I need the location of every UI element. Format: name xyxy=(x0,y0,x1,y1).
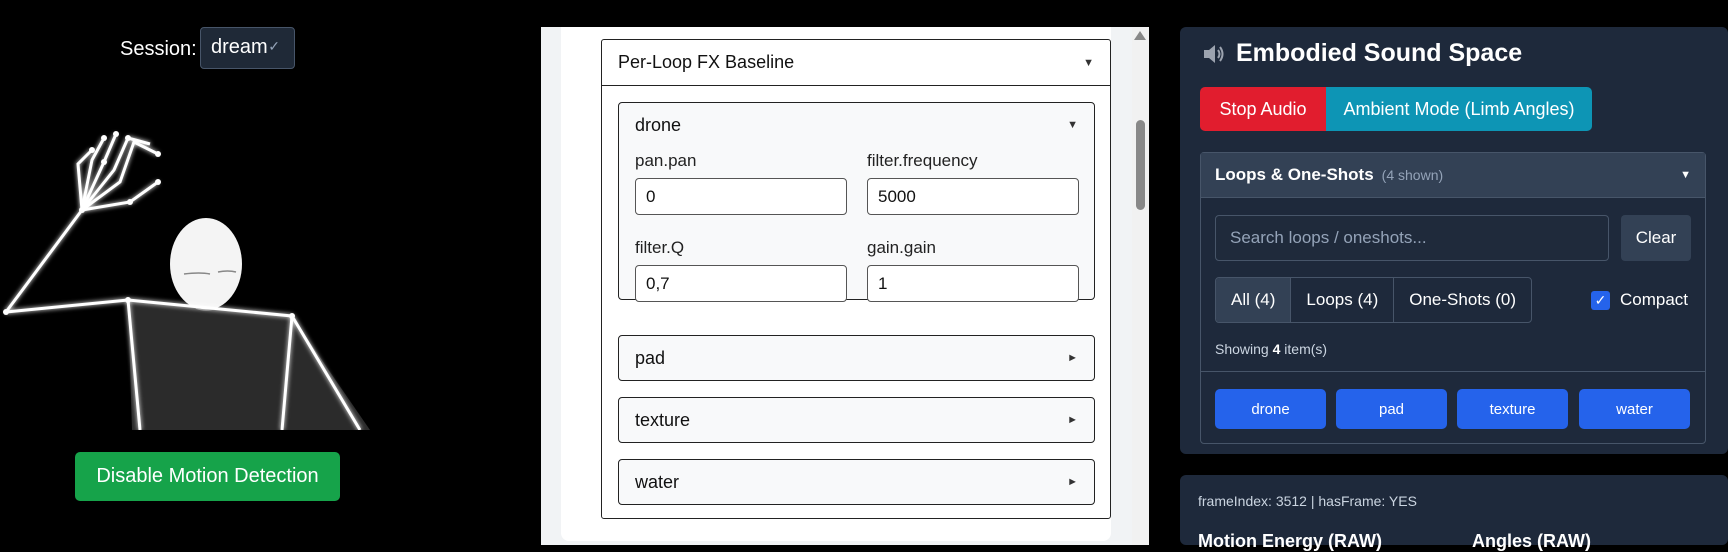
fx-panel: Per-Loop FX Baseline ▼ drone ▼ pan.pan 0… xyxy=(541,27,1149,545)
disable-motion-detection-button[interactable]: Disable Motion Detection xyxy=(75,452,340,501)
filter-group: All (4) Loops (4) One-Shots (0) xyxy=(1215,277,1532,323)
showing-prefix: Showing xyxy=(1215,341,1269,357)
fx-baseline-header[interactable]: Per-Loop FX Baseline ▼ xyxy=(602,40,1110,86)
loop-fx-water[interactable]: water ► xyxy=(618,459,1095,505)
gain-input[interactable]: 1 xyxy=(867,265,1079,302)
loops-title: Loops & One-Shots xyxy=(1215,165,1374,184)
compact-label: Compact xyxy=(1620,290,1689,309)
compact-toggle[interactable]: ✓ Compact xyxy=(1591,290,1688,310)
app-title-text: Embodied Sound Space xyxy=(1236,39,1523,67)
loop-fx-texture[interactable]: texture ► xyxy=(618,397,1095,443)
loop-fx-drone: drone ▼ pan.pan 0 filter.frequency 5000 … xyxy=(618,102,1095,302)
loops-card: Loops & One-Shots (4 shown) ▼ Search loop… xyxy=(1200,152,1706,444)
camera-preview xyxy=(0,112,370,430)
pose-skeleton-icon xyxy=(3,131,370,430)
filter-q-input[interactable]: 0,7 xyxy=(635,265,847,302)
pan-input[interactable]: 0 xyxy=(635,178,847,215)
clear-button[interactable]: Clear xyxy=(1621,215,1691,261)
checkbox-checked-icon[interactable]: ✓ xyxy=(1591,290,1610,310)
loop-fx-header[interactable]: drone ▼ xyxy=(619,103,1094,147)
app-title: Embodied Sound Space xyxy=(1202,39,1522,68)
scrollbar[interactable] xyxy=(1132,27,1149,545)
field-label: gain.gain xyxy=(867,238,937,257)
session-label: Session: xyxy=(120,38,197,60)
loop-fx-name: texture xyxy=(635,409,691,430)
filter-all[interactable]: All (4) xyxy=(1216,278,1292,322)
caret-right-icon: ► xyxy=(1067,414,1078,426)
scrollbar-thumb[interactable] xyxy=(1136,120,1145,210)
caret-right-icon: ► xyxy=(1067,352,1078,364)
caret-right-icon: ► xyxy=(1067,476,1078,488)
caret-down-icon: ▼ xyxy=(1083,56,1094,69)
divider xyxy=(1201,371,1705,372)
filter-frequency-input[interactable]: 5000 xyxy=(867,178,1079,215)
caret-down-icon: ▼ xyxy=(1680,169,1691,181)
speaker-icon xyxy=(1204,44,1224,63)
scroll-up-icon[interactable] xyxy=(1134,31,1146,40)
loop-button-pad[interactable]: pad xyxy=(1336,389,1447,429)
session-value: dream xyxy=(211,36,268,58)
loop-fx-pad[interactable]: pad ► xyxy=(618,335,1095,381)
fx-baseline-title: Per-Loop FX Baseline xyxy=(618,52,795,72)
loop-fx-name: drone xyxy=(635,114,682,135)
motion-energy-heading: Motion Energy (RAW) xyxy=(1198,531,1382,551)
filter-loops[interactable]: Loops (4) xyxy=(1291,278,1395,322)
filter-oneshots[interactable]: One-Shots (0) xyxy=(1394,278,1531,322)
chevron-down-icon: ✓ xyxy=(268,38,280,54)
showing-number: 4 xyxy=(1272,341,1281,357)
fx-baseline-section: Per-Loop FX Baseline ▼ drone ▼ pan.pan 0… xyxy=(601,39,1111,519)
showing-count: Showing 4 item(s) xyxy=(1215,341,1327,357)
frame-info: frameIndex: 3512 | hasFrame: YES xyxy=(1198,493,1417,509)
field-label: pan.pan xyxy=(635,151,697,170)
angles-heading: Angles (RAW) xyxy=(1472,531,1591,551)
field-label: filter.Q xyxy=(635,238,685,257)
loops-header[interactable]: Loops & One-Shots (4 shown) ▼ xyxy=(1201,153,1705,198)
stop-audio-button[interactable]: Stop Audio xyxy=(1200,87,1326,131)
loop-button-water[interactable]: water xyxy=(1579,389,1690,429)
ambient-mode-button[interactable]: Ambient Mode (Limb Angles) xyxy=(1326,87,1592,131)
loop-fx-name: pad xyxy=(635,347,666,368)
sound-space-panel: Embodied Sound Space Stop Audio Ambient … xyxy=(1180,27,1728,454)
loop-button-drone[interactable]: drone xyxy=(1215,389,1326,429)
loops-count: (4 shown) xyxy=(1381,167,1444,183)
loop-fx-name: water xyxy=(635,471,680,492)
search-input[interactable]: Search loops / oneshots... xyxy=(1215,215,1609,261)
caret-down-icon: ▼ xyxy=(1067,119,1078,131)
loop-button-texture[interactable]: texture xyxy=(1457,389,1568,429)
session-select[interactable]: dream ✓ xyxy=(200,27,295,69)
showing-suffix: item(s) xyxy=(1284,341,1328,357)
field-label: filter.frequency xyxy=(867,151,978,170)
debug-panel: frameIndex: 3512 | hasFrame: YES Motion … xyxy=(1180,475,1728,551)
fx-card: Per-Loop FX Baseline ▼ drone ▼ pan.pan 0… xyxy=(561,27,1111,541)
